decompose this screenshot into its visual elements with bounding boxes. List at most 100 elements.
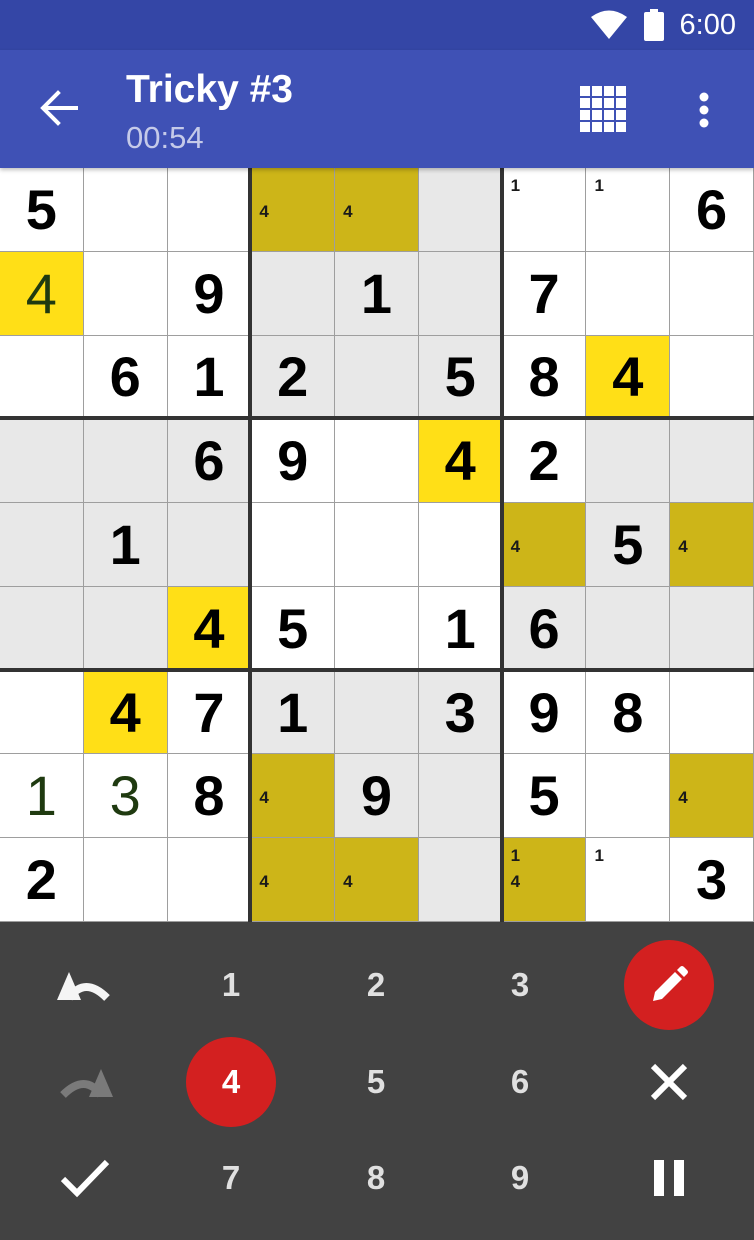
sudoku-cell[interactable]: 2	[502, 419, 587, 504]
sudoku-cell[interactable]: 6	[167, 419, 252, 504]
sudoku-cell[interactable]: 4	[418, 419, 503, 504]
sudoku-cell[interactable]: 6	[502, 586, 587, 671]
sudoku-cell[interactable]	[167, 503, 252, 587]
sudoku-cell[interactable]: 4	[335, 838, 419, 922]
sudoku-cell[interactable]	[418, 838, 503, 922]
sudoku-cell[interactable]	[0, 503, 84, 587]
sudoku-cell[interactable]: 4	[251, 754, 336, 839]
sudoku-cell[interactable]	[418, 503, 503, 587]
sudoku-cell[interactable]	[586, 586, 671, 671]
sudoku-cell[interactable]: 4	[502, 503, 587, 587]
sudoku-cell[interactable]	[83, 251, 168, 336]
number-key-4[interactable]: 4	[186, 1037, 276, 1127]
sudoku-cell[interactable]	[418, 251, 503, 336]
sudoku-cell[interactable]: 3	[83, 754, 168, 839]
sudoku-cell[interactable]: 1	[0, 754, 84, 839]
sudoku-cell[interactable]: 4	[0, 251, 84, 336]
sudoku-cell[interactable]	[251, 251, 336, 336]
number-key-5[interactable]: 5	[331, 1037, 421, 1127]
sudoku-cell[interactable]	[335, 586, 419, 671]
sudoku-cell[interactable]	[586, 754, 671, 839]
sudoku-cell[interactable]: 5	[251, 586, 336, 671]
sudoku-cell[interactable]: 9	[335, 754, 419, 839]
sudoku-cell[interactable]: 1	[418, 586, 503, 671]
sudoku-cell[interactable]: 5	[502, 754, 587, 839]
sudoku-cell[interactable]: 7	[502, 251, 587, 336]
sudoku-cell[interactable]	[0, 670, 84, 755]
sudoku-cell[interactable]	[0, 419, 84, 504]
sudoku-cell[interactable]	[670, 251, 754, 336]
number-key-3[interactable]: 3	[475, 940, 565, 1030]
sudoku-cell[interactable]: 5	[586, 503, 671, 587]
pencil-mode-button[interactable]	[624, 940, 714, 1030]
sudoku-cell[interactable]	[670, 670, 754, 755]
number-key-6[interactable]: 6	[475, 1037, 565, 1127]
sudoku-cell[interactable]	[670, 419, 754, 504]
sudoku-cell[interactable]: 9	[167, 251, 252, 336]
cell-given-value: 4	[193, 596, 225, 660]
sudoku-cell[interactable]: 2	[251, 335, 336, 420]
redo-button[interactable]	[40, 1037, 130, 1127]
sudoku-cell[interactable]: 4	[167, 586, 252, 671]
sudoku-cell[interactable]: 3	[418, 670, 503, 755]
sudoku-cell[interactable]	[670, 586, 754, 671]
check-button[interactable]	[40, 1133, 130, 1223]
sudoku-cell[interactable]: 3	[670, 838, 754, 922]
sudoku-cell[interactable]: 6	[670, 168, 754, 252]
sudoku-cell[interactable]: 14	[502, 838, 587, 922]
sudoku-cell[interactable]: 5	[418, 335, 503, 420]
number-key-7[interactable]: 7	[186, 1133, 276, 1223]
sudoku-cell[interactable]: 1	[586, 838, 671, 922]
sudoku-cell[interactable]	[0, 586, 84, 671]
more-options-icon[interactable]	[698, 92, 710, 128]
sudoku-cell[interactable]: 1	[83, 503, 168, 587]
sudoku-cell[interactable]	[586, 251, 671, 336]
sudoku-cell[interactable]	[83, 586, 168, 671]
sudoku-cell[interactable]	[167, 168, 252, 252]
sudoku-cell[interactable]	[83, 838, 168, 922]
sudoku-cell[interactable]: 1	[251, 670, 336, 755]
undo-button[interactable]	[40, 940, 130, 1030]
number-key-9[interactable]: 9	[475, 1133, 565, 1223]
sudoku-cell[interactable]: 6	[83, 335, 168, 420]
sudoku-cell[interactable]	[335, 670, 419, 755]
number-key-8[interactable]: 8	[331, 1133, 421, 1223]
sudoku-cell[interactable]	[251, 503, 336, 587]
sudoku-cell[interactable]: 8	[502, 335, 587, 420]
number-key-2[interactable]: 2	[331, 940, 421, 1030]
sudoku-cell[interactable]: 9	[502, 670, 587, 755]
sudoku-cell[interactable]: 4	[83, 670, 168, 755]
sudoku-cell[interactable]	[335, 503, 419, 587]
sudoku-cell[interactable]: 1	[586, 168, 671, 252]
clear-button[interactable]	[624, 1037, 714, 1127]
sudoku-cell[interactable]: 7	[167, 670, 252, 755]
sudoku-cell[interactable]: 1	[335, 251, 419, 336]
sudoku-cell[interactable]	[670, 335, 754, 420]
sudoku-cell[interactable]	[83, 168, 168, 252]
sudoku-cell[interactable]	[335, 335, 419, 420]
sudoku-cell[interactable]: 2	[0, 838, 84, 922]
sudoku-cell[interactable]: 9	[251, 419, 336, 504]
sudoku-cell[interactable]: 5	[0, 168, 84, 252]
number-key-1[interactable]: 1	[186, 940, 276, 1030]
sudoku-cell[interactable]	[418, 754, 503, 839]
sudoku-cell[interactable]: 8	[586, 670, 671, 755]
sudoku-cell[interactable]: 1	[167, 335, 252, 420]
pause-button[interactable]	[624, 1133, 714, 1223]
sudoku-cell[interactable]	[418, 168, 503, 252]
sudoku-cell[interactable]: 4	[586, 335, 671, 420]
sudoku-cell[interactable]: 4	[251, 168, 336, 252]
sudoku-cell[interactable]: 1	[502, 168, 587, 252]
sudoku-cell[interactable]	[83, 419, 168, 504]
sudoku-cell[interactable]: 4	[251, 838, 336, 922]
sudoku-cell[interactable]	[335, 419, 419, 504]
sudoku-cell[interactable]: 4	[670, 754, 754, 839]
sudoku-cell[interactable]: 4	[670, 503, 754, 587]
sudoku-cell[interactable]: 8	[167, 754, 252, 839]
sudoku-cell[interactable]	[0, 335, 84, 420]
sudoku-cell[interactable]: 4	[335, 168, 419, 252]
sudoku-cell[interactable]	[586, 419, 671, 504]
grid-icon[interactable]	[580, 86, 626, 132]
back-arrow-icon[interactable]	[38, 90, 78, 126]
sudoku-cell[interactable]	[167, 838, 252, 922]
